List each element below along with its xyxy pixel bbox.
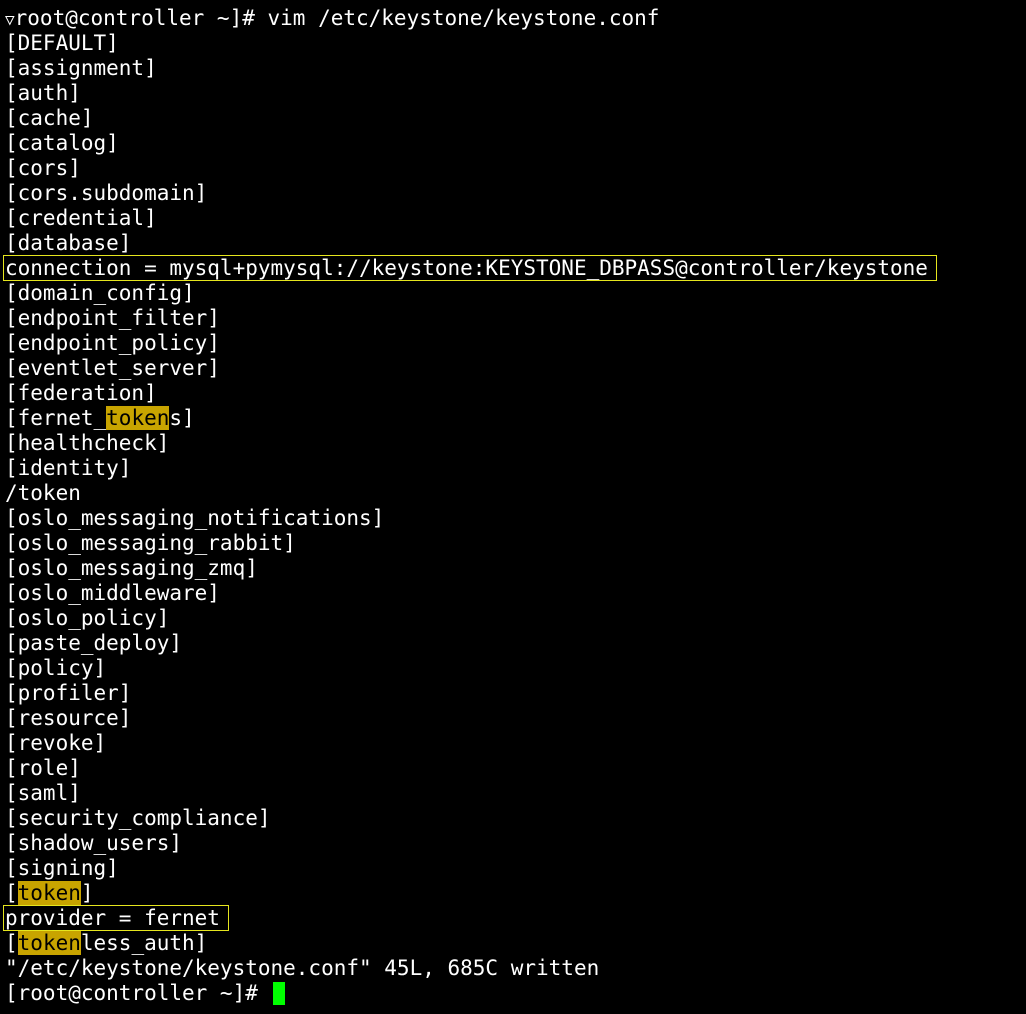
config-line: [profiler] <box>5 681 132 705</box>
fernet-tokens-line: [fernet_tokens] <box>5 406 195 430</box>
config-line: [oslo_messaging_zmq] <box>5 556 258 580</box>
command-line: ▽root@controller ~]# vim /etc/keystone/k… <box>0 6 1026 31</box>
config-line: [paste_deploy] <box>5 631 183 655</box>
config-line: [catalog] <box>5 131 119 155</box>
config-line: [endpoint_filter] <box>5 306 220 330</box>
config-line: [resource] <box>5 706 132 730</box>
config-line: [auth] <box>5 81 81 105</box>
config-line: [DEFAULT] <box>5 31 119 55</box>
prompt-triangle-icon: ▽ <box>5 10 15 29</box>
provider-setting-box: provider = fernet <box>3 905 229 931</box>
search-match: token <box>106 406 170 430</box>
config-line: [signing] <box>5 856 119 880</box>
config-line: [cache] <box>5 106 94 130</box>
config-line: [policy] <box>5 656 107 680</box>
config-line: [shadow_users] <box>5 831 183 855</box>
terminal-window[interactable]: ▽root@controller ~]# vim /etc/keystone/k… <box>0 0 1026 1014</box>
config-line: [assignment] <box>5 56 157 80</box>
config-line: [oslo_messaging_notifications] <box>5 506 385 530</box>
config-line: [cors] <box>5 156 81 180</box>
status-line: "/etc/keystone/keystone.conf" 45L, 685C … <box>5 956 600 980</box>
command-text: root@controller ~]# vim /etc/keystone/ke… <box>14 6 660 30</box>
search-match: token <box>17 931 81 955</box>
config-line: [revoke] <box>5 731 107 755</box>
config-line: [identity] <box>5 456 132 480</box>
config-line: [oslo_middleware] <box>5 581 220 605</box>
tokenless-auth-line: [tokenless_auth] <box>5 931 208 955</box>
config-line: [domain_config] <box>5 281 195 305</box>
search-match: token <box>17 881 81 905</box>
token-section-line: [token] <box>5 881 94 905</box>
connection-setting-box: connection = mysql+pymysql://keystone:KE… <box>3 255 937 281</box>
config-line: [cors.subdomain] <box>5 181 208 205</box>
config-line: [credential] <box>5 206 157 230</box>
config-line: [security_compliance] <box>5 806 271 830</box>
cursor-block <box>272 982 285 1005</box>
search-command-line: /token <box>5 481 81 505</box>
config-line: [database] <box>5 231 132 255</box>
connection-line: connection = mysql+pymysql://keystone:KE… <box>0 255 1026 281</box>
config-line: [endpoint_policy] <box>5 331 220 355</box>
config-line: [eventlet_server] <box>5 356 220 380</box>
prompt-text: [root@controller ~]# <box>5 981 271 1005</box>
final-prompt-line[interactable]: [root@controller ~]# <box>0 981 1026 1006</box>
config-line: [saml] <box>5 781 81 805</box>
config-line: [role] <box>5 756 81 780</box>
config-line: [oslo_policy] <box>5 606 170 630</box>
config-line: [healthcheck] <box>5 431 170 455</box>
config-line: [oslo_messaging_rabbit] <box>5 531 296 555</box>
config-line: [federation] <box>5 381 157 405</box>
provider-line: provider = fernet <box>0 905 1026 931</box>
